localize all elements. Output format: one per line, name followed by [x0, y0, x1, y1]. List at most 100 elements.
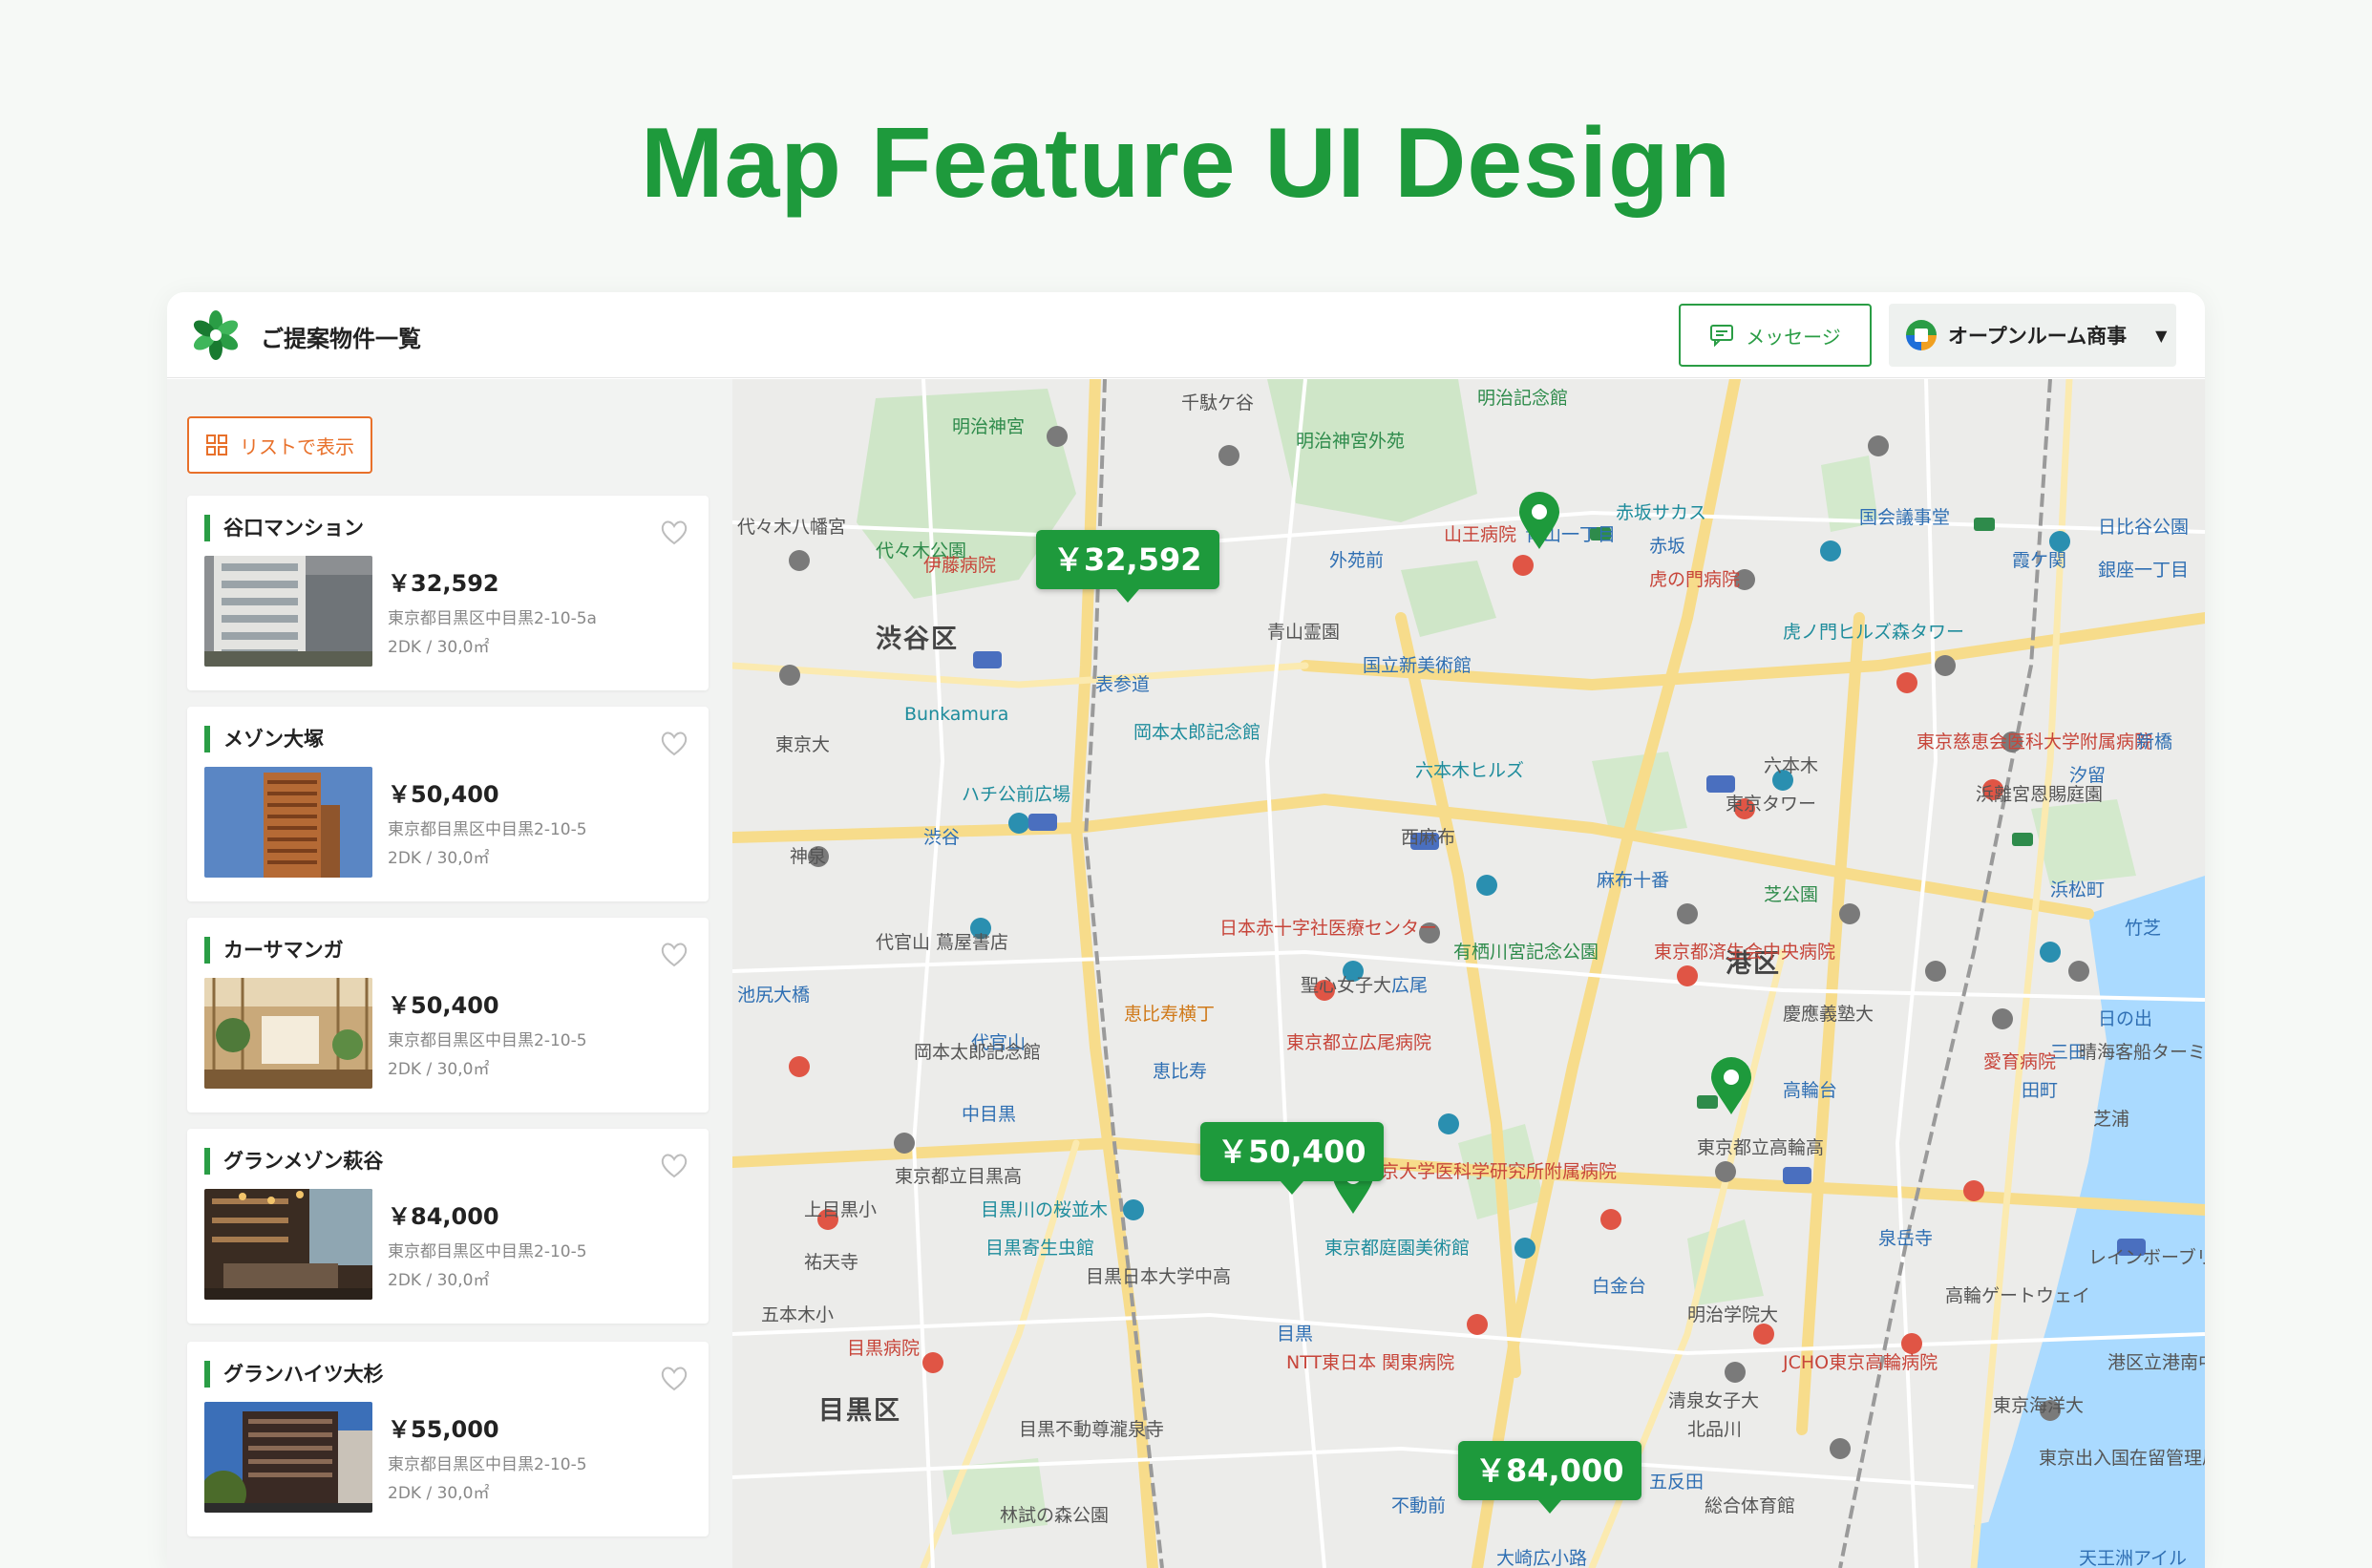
company-name: オープンルーム商事	[1948, 325, 2128, 348]
map-label: 外苑前	[1329, 550, 1385, 571]
map-pin-icon[interactable]	[1517, 492, 1561, 551]
map-label: 明治学院大	[1687, 1304, 1779, 1325]
property-price: ￥32,592	[388, 570, 499, 597]
company-logo-icon	[1906, 320, 1937, 350]
property-card[interactable]: グランメゾン萩谷 ￥84,000 東京都目黒区中目黒2-10-5 2DK / 3…	[187, 1129, 709, 1324]
area-label-shibuya: 渋谷区	[876, 625, 959, 654]
map-label: 林試の森公園	[1000, 1505, 1110, 1526]
map-label: 高輪ゲートウェイ	[1945, 1285, 2091, 1306]
heart-icon[interactable]	[659, 517, 689, 547]
map-price-tag[interactable]: ￥84,000	[1458, 1441, 1641, 1514]
property-name: グランメゾン萩谷	[204, 1148, 383, 1175]
map-label: 東京大	[775, 734, 831, 755]
map-label: 国立新美術館	[1363, 655, 1472, 676]
message-button[interactable]: メッセージ	[1679, 304, 1872, 367]
map-label: 祐天寺	[804, 1252, 859, 1273]
map-label: 東京都済生会中央病院	[1654, 942, 1836, 963]
page-title: ご提案物件一覧	[261, 326, 421, 352]
map-price-tag[interactable]: ￥32,592	[1036, 530, 1219, 603]
map-label: 清泉女子大	[1668, 1390, 1760, 1411]
map-label: 岡本太郎記念館	[914, 1042, 1042, 1063]
heart-icon[interactable]	[659, 939, 689, 969]
map-label: 明治神宮	[952, 416, 1026, 437]
property-card[interactable]: 谷口マンション ￥32,592 東京都目黒区中目黒2-10-5a 2DK / 3…	[187, 496, 709, 690]
property-spec: 2DK / 30,0㎡	[388, 1060, 490, 1079]
heart-icon[interactable]	[659, 728, 689, 758]
property-card[interactable]: カーサマンガ ￥50,400 東京都目黒区中目黒2-10-5 2DK / 30,…	[187, 918, 709, 1112]
map-label: 目黒寄生虫館	[985, 1238, 1095, 1259]
map-label: 不動前	[1391, 1495, 1447, 1516]
map-label: 東京慈恵会医科大学附属病院	[1917, 731, 2153, 752]
grid-icon	[206, 434, 227, 456]
list-view-label: リストで表示	[240, 434, 354, 458]
property-price: ￥50,400	[388, 992, 499, 1019]
map-label: 虎ノ門ヒルズ森タワー	[1783, 622, 1965, 643]
map-pin-icon[interactable]	[1709, 1057, 1753, 1116]
map-view[interactable]: 渋谷区 港区 目黒区 明治神宮 明治神宮外苑 代々木公園 明治記念館 Bunka…	[732, 379, 2205, 1568]
property-price: ￥50,400	[388, 781, 499, 808]
map-label: 白金台	[1592, 1276, 1647, 1297]
property-spec: 2DK / 30,0㎡	[388, 1484, 490, 1503]
map-label: 神泉	[790, 846, 827, 867]
heart-icon[interactable]	[659, 1363, 689, 1393]
map-label: NTT東日本 関東病院	[1286, 1352, 1455, 1373]
property-address: 東京都目黒区中目黒2-10-5	[388, 1455, 587, 1474]
map-label: 愛育病院	[1983, 1051, 2057, 1072]
map-label: 青山霊園	[1267, 622, 1341, 643]
map-label: 東京タワー	[1726, 794, 1817, 815]
map-label: 北品川	[1687, 1419, 1743, 1440]
map-label: 日比谷公園	[2098, 517, 2190, 538]
map-label: 浜松町	[2050, 879, 2106, 901]
map-label: 中目黒	[962, 1104, 1017, 1125]
property-photo	[204, 1189, 372, 1300]
map-label: 東京都立広尾病院	[1286, 1032, 1432, 1053]
map-label: 汐留	[2069, 765, 2107, 786]
property-spec: 2DK / 30,0㎡	[388, 849, 490, 868]
list-view-button[interactable]: リストで表示	[187, 416, 372, 474]
company-selector[interactable]: オープンルーム商事 ▼	[1889, 304, 2176, 367]
map-label: 目黒病院	[847, 1338, 921, 1359]
map-label: 明治神宮外苑	[1296, 431, 1406, 452]
map-label: ハチ公前広場	[962, 784, 1071, 805]
map-label: 東京都立目黒高	[895, 1166, 1023, 1187]
map-label: 港区立港南中	[2107, 1352, 2205, 1373]
map-label: 東京大学医科学研究所附属病院	[1363, 1161, 1618, 1182]
map-label: 麻布十番	[1597, 870, 1670, 891]
leaf-logo-icon	[193, 310, 239, 360]
map-label: 晴海客船ターミナル	[2079, 1042, 2205, 1063]
map-price-tag[interactable]: ￥50,400	[1200, 1122, 1384, 1195]
map-label: 池尻大橋	[737, 985, 811, 1006]
map-label: 五本木小	[761, 1304, 835, 1325]
map-label: 代官山 蔦屋書店	[876, 932, 1009, 953]
map-label: 竹芝	[2125, 918, 2162, 939]
heart-icon[interactable]	[659, 1150, 689, 1180]
map-label: 総合体育館	[1705, 1495, 1796, 1516]
map-label: 霞ケ関	[2012, 550, 2067, 571]
property-spec: 2DK / 30,0㎡	[388, 638, 490, 657]
area-label-meguro: 目黒区	[818, 1396, 901, 1426]
map-label: 西麻布	[1401, 827, 1456, 848]
map-label: 東京都庭園美術館	[1324, 1238, 1471, 1259]
property-name: 谷口マンション	[204, 515, 364, 541]
property-name: カーサマンガ	[204, 937, 344, 964]
map-label: 目黒不動尊瀧泉寺	[1019, 1419, 1165, 1440]
property-card[interactable]: メゾン大塚 ￥50,400 東京都目黒区中目黒2-10-5 2DK / 30,0…	[187, 707, 709, 901]
map-label: JCHO東京高輪病院	[1783, 1352, 1938, 1373]
map-label: 国会議事堂	[1859, 507, 1951, 528]
map-label: 日本赤十字社医療センター	[1219, 918, 1438, 939]
property-price: ￥84,000	[388, 1203, 499, 1230]
map-label: 赤坂サカス	[1616, 502, 1707, 523]
map-label: 渋谷	[923, 827, 961, 848]
map-label: 目黒川の桜並木	[981, 1199, 1109, 1220]
map-label: 赤坂	[1649, 536, 1686, 557]
map-label: 有栖川宮記念公園	[1453, 942, 1599, 963]
property-card[interactable]: グランハイツ大杉 ￥55,000 東京都目黒区中目黒2-10-5 2DK / 3…	[187, 1342, 709, 1536]
map-label: 高輪台	[1783, 1080, 1838, 1101]
map-label: 広尾	[1391, 975, 1429, 996]
map-label: 明治記念館	[1477, 388, 1569, 409]
map-label: 泉岳寺	[1878, 1228, 1934, 1249]
map-label: 六本木	[1764, 755, 1819, 776]
property-name: グランハイツ大杉	[204, 1361, 384, 1388]
map-label: Bunkamura	[904, 704, 1009, 725]
map-label: 日の出	[2098, 1008, 2153, 1029]
